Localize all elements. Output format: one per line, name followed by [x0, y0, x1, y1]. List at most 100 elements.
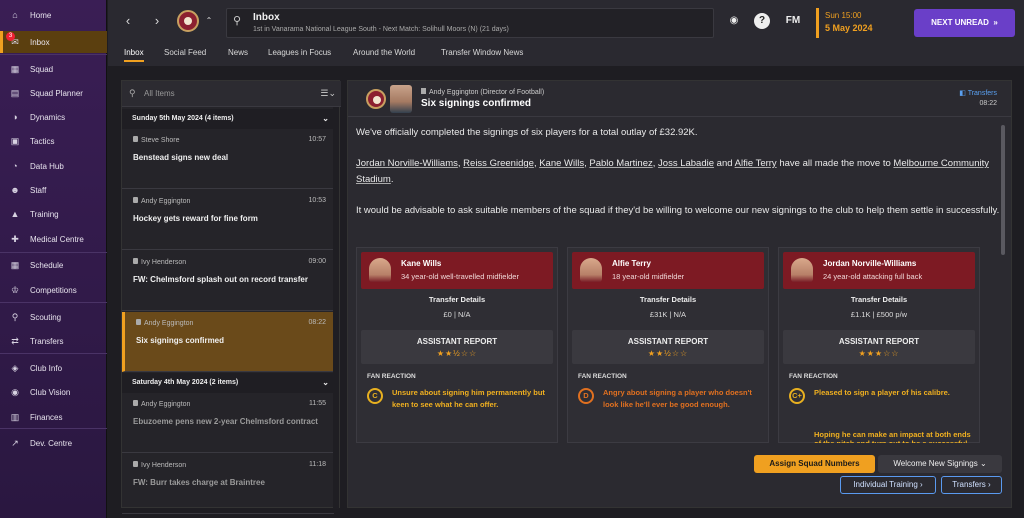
sidebar-divider [0, 54, 107, 55]
list-group-header[interactable]: Saturday 4th May 2024 (2 items) ⌄ [122, 373, 334, 393]
page-title: Inbox [253, 12, 280, 23]
sidebar-item-club-vision[interactable]: ◉ Club Vision [0, 381, 107, 403]
list-item-time: 10:53 [308, 197, 326, 204]
training-icon: ▲ [10, 209, 20, 219]
list-filter[interactable]: ⚲ All Items ☰⌄ [122, 81, 341, 107]
sender-avatar[interactable] [390, 85, 412, 113]
help-icon[interactable]: ? [754, 13, 770, 29]
sender-lock-icon [133, 197, 138, 203]
social-icon[interactable]: ◉ [726, 13, 742, 29]
sidebar-item-tactics[interactable]: ▣ Tactics [0, 130, 107, 152]
sidebar-item-dynamics[interactable]: ◑ Dynamics [0, 106, 107, 128]
sidebar-item-finances[interactable]: ▥ Finances [0, 406, 107, 428]
sidebar-item-scouting[interactable]: ⚲ Scouting [0, 306, 107, 328]
sidebar-item-label: Schedule [30, 260, 64, 270]
tab-news[interactable]: News [228, 48, 248, 57]
sidebar-item-label: Inbox [30, 37, 50, 47]
message-sender[interactable]: Andy Eggington (Director of Football) [421, 88, 544, 96]
list-scrollbar[interactable] [333, 107, 339, 509]
player-link[interactable]: Alfie Terry [735, 158, 777, 169]
sidebar-item-label: Club Vision [30, 387, 71, 397]
individual-training-button[interactable]: Individual Training › [840, 476, 936, 494]
list-item[interactable]: Andy Eggington 11:55 Ebuzoeme pens new 2-y… [122, 393, 334, 453]
sidebar-item-medical-centre[interactable]: ✚ Medical Centre [0, 228, 107, 250]
transfers-button[interactable]: Transfers › [941, 476, 1002, 494]
list-group-header[interactable]: Sunday 5th May 2024 (4 items) ⌄ [122, 109, 334, 129]
list-item[interactable]: Andy Eggington 08:22 Six signings confirme… [122, 312, 334, 372]
assistant-report[interactable]: ASSISTANT REPORT ★★½☆☆ [361, 330, 553, 364]
tag-label: Transfers [967, 90, 997, 97]
top-bar: ‹ › ⌃ ⚲ Inbox 1st in Vanarama National L… [108, 0, 1024, 44]
message-scrollbar[interactable] [1001, 125, 1005, 255]
fan-grade-badge: D [578, 388, 594, 404]
club-vision-icon: ◉ [11, 386, 19, 397]
sidebar-item-squad-planner[interactable]: ▤ Squad Planner [0, 82, 107, 104]
player-link[interactable]: Jordan Norville-Williams [356, 158, 458, 169]
tab-inbox[interactable]: Inbox [124, 48, 144, 62]
player-link[interactable]: Reiss Greenidge [463, 158, 534, 169]
tab-transfer-window-news[interactable]: Transfer Window News [441, 48, 523, 57]
player-name-text: Kane Wills [401, 259, 442, 268]
sidebar-item-training[interactable]: ▲ Training [0, 203, 107, 225]
sidebar-item-competitions[interactable]: ♔ Competitions [0, 279, 107, 301]
date-display[interactable]: Sun 15:00 5 May 2024 [816, 8, 898, 38]
transfer-details-heading: Transfer Details [428, 295, 486, 304]
transfer-details-value: £0 | N/A [443, 310, 471, 319]
player-header[interactable]: Alfie Terry 18 year-old midfielder [572, 252, 764, 289]
player-name: Alfie Terry [612, 259, 651, 268]
message-tag[interactable]: ◧ Transfers [959, 89, 997, 97]
forward-arrow-icon[interactable]: › [149, 13, 165, 29]
player-header[interactable]: Jordan Norville-Williams 24 year-old atta… [783, 252, 975, 289]
player-link[interactable]: Kane Wills [539, 158, 584, 169]
player-description: 18 year-old midfielder [612, 272, 685, 281]
fm-menu-icon[interactable]: FM [782, 13, 804, 29]
sidebar-item-label: Home [30, 10, 52, 20]
sidebar-item-label: Staff [30, 185, 47, 195]
sidebar-item-schedule[interactable]: ▦ Schedule [0, 254, 107, 276]
sidebar-item-squad[interactable]: ▦ Squad [0, 58, 107, 80]
welcome-new-signings-button[interactable]: Welcome New Signings ⌄ [878, 455, 1002, 473]
list-item[interactable]: Andy Eggington 10:53 Hockey gets reward fo… [122, 190, 334, 250]
tab-social-feed[interactable]: Social Feed [164, 48, 206, 57]
signing-cards: Kane Wills 34 year-old well-travelled mid… [356, 247, 1002, 443]
club-crest[interactable] [177, 10, 199, 32]
search-icon[interactable]: ⚲ [233, 14, 241, 27]
chevron-down-icon[interactable]: ⌄ [322, 378, 329, 387]
next-unread-button[interactable]: NEXT UNREAD » [914, 9, 1015, 37]
sidebar-item-inbox[interactable]: ✉ Inbox 3 [0, 31, 107, 53]
list-item-sender: Steve Shore [133, 136, 180, 144]
sender-lock-icon [133, 136, 138, 142]
sidebar-item-home[interactable]: ⌂ Home [0, 4, 107, 26]
tactics-icon: ▣ [10, 135, 20, 146]
tab-around-the-world[interactable]: Around the World [353, 48, 415, 57]
sidebar-item-transfers[interactable]: ⇄ Transfers [0, 330, 107, 352]
inbox-tabs: Inbox Social Feed News Leagues in Focus Arou… [108, 44, 1024, 66]
assign-squad-numbers-button[interactable]: Assign Squad Numbers [754, 455, 875, 473]
assistant-report[interactable]: ASSISTANT REPORT ★★★☆☆ [783, 330, 975, 364]
sidebar-item-dev-centre[interactable]: ↗ Dev. Centre [0, 432, 107, 454]
list-item[interactable]: Steve Shore 10:57 Benstead signs new deal [122, 129, 334, 189]
staff-icon: ☻ [10, 185, 20, 195]
sidebar-item-data-hub[interactable]: ◔ Data Hub [0, 155, 107, 177]
player-header[interactable]: Kane Wills 34 year-old well-travelled mid… [361, 252, 553, 289]
player-link[interactable]: Joss Labadie [658, 158, 714, 169]
filter-placeholder: All Items [144, 89, 175, 98]
fan-reaction-text: Angry about signing a player who doesn't… [603, 388, 752, 409]
tab-leagues-in-focus[interactable]: Leagues in Focus [268, 48, 331, 57]
sender-name: Ivy Henderson [141, 259, 187, 266]
list-menu-icon[interactable]: ☰⌄ [320, 88, 336, 99]
crest-dropdown-icon[interactable]: ⌃ [201, 13, 217, 29]
sidebar-item-label: Training [30, 209, 59, 219]
chevron-down-icon[interactable]: ⌄ [322, 114, 329, 123]
list-item[interactable]: Ivy Henderson 11:18 FW: Burr takes charge … [122, 454, 334, 514]
sidebar-item-staff[interactable]: ☻ Staff [0, 179, 107, 201]
body-text-segment: . [390, 174, 394, 185]
assistant-report[interactable]: ASSISTANT REPORT ★★½☆☆ [572, 330, 764, 364]
player-link[interactable]: Pablo Martinez [589, 158, 652, 169]
star-rating: ★★½☆☆ [436, 349, 478, 358]
sidebar-item-club-info[interactable]: ◈ Club Info [0, 357, 107, 379]
list-item-time: 11:18 [309, 461, 326, 468]
back-arrow-icon[interactable]: ‹ [120, 13, 136, 29]
list-item[interactable]: Ivy Henderson 09:00 FW: Chelmsford splash … [122, 251, 334, 311]
sidebar-item-label: Squad [30, 64, 54, 74]
